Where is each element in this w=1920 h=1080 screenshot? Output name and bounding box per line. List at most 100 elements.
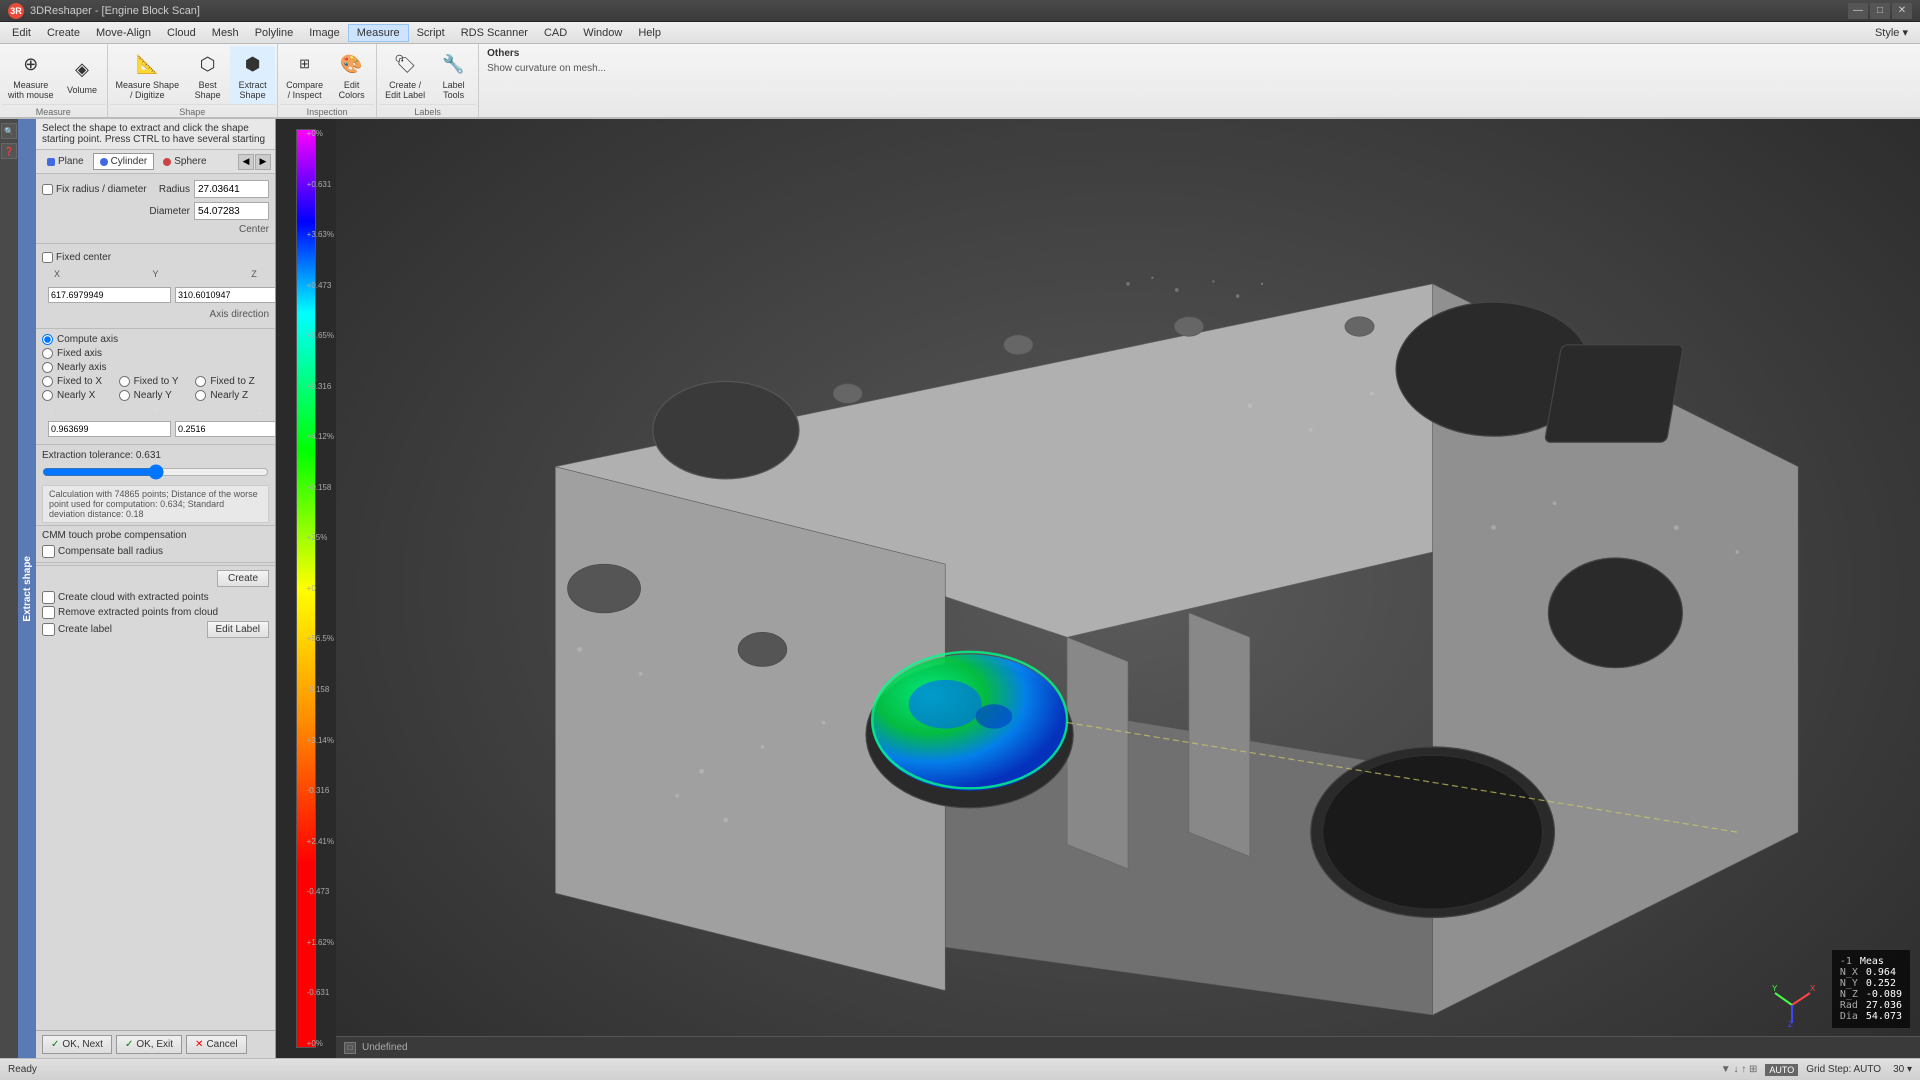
plane-tab-icon <box>47 158 55 166</box>
fixed-to-x-radio[interactable] <box>42 376 53 387</box>
tab-navigation: ◀ ▶ <box>238 154 271 170</box>
undefined-checkbox[interactable]: □ <box>344 1042 356 1054</box>
measure-shape-button[interactable]: 📐 Measure Shape/ Digitize <box>110 46 186 104</box>
radius-input[interactable]: 27.03641 <box>194 180 269 198</box>
scale-label-8: +25% <box>307 533 334 542</box>
scale-label-12: +3.14% <box>307 736 334 745</box>
window-controls: — □ ✕ <box>1848 3 1912 19</box>
auto-mode: AUTO <box>1765 1064 1798 1076</box>
info-val-0: Meas <box>1860 956 1884 967</box>
best-shape-button[interactable]: ⬡ BestShape <box>185 46 230 104</box>
diameter-input[interactable] <box>194 202 269 220</box>
nearly-x-radio[interactable] <box>42 390 53 401</box>
sphere-tab[interactable]: Sphere <box>156 153 213 170</box>
radius-form: Fix radius / diameter Radius 27.03641 Di… <box>36 174 275 241</box>
3d-viewport[interactable]: -1 Meas N_X 0.964 N_Y 0.252 N_Z -0.089 R… <box>336 119 1920 1058</box>
create-label-checkbox[interactable] <box>42 623 55 636</box>
remove-extracted-checkbox[interactable] <box>42 606 55 619</box>
cylinder-tab[interactable]: Cylinder <box>93 153 155 170</box>
volume-button[interactable]: ◈ Volume <box>60 46 105 104</box>
grid-step: Grid Step: AUTO <box>1806 1064 1881 1075</box>
cancel-button[interactable]: ✕ Cancel <box>186 1035 247 1054</box>
edit-label-button[interactable]: Edit Label <box>207 621 269 638</box>
axis-x-input[interactable] <box>48 421 171 437</box>
plane-tab[interactable]: Plane <box>40 153 91 170</box>
style-button[interactable]: Style ▾ <box>1867 24 1916 41</box>
menu-polyline[interactable]: Polyline <box>247 25 302 41</box>
label-tools-button[interactable]: 🔧 LabelTools <box>431 46 476 104</box>
xyz-labels-row: X Y Z <box>42 267 269 281</box>
close-button[interactable]: ✕ <box>1892 3 1912 19</box>
fix-radius-label: Fix radius / diameter <box>42 184 147 195</box>
toolbar-group-shape: 📐 Measure Shape/ Digitize ⬡ BestShape ⬢ … <box>108 44 279 117</box>
menu-rds-scanner[interactable]: RDS Scanner <box>453 25 536 41</box>
fixed-to-z-radio[interactable] <box>195 376 206 387</box>
info-row-0: -1 Meas <box>1840 956 1902 967</box>
status-bar-right: ▼ ↓ ↑ ⊞ AUTO Grid Step: AUTO 30 ▾ <box>1721 1064 1912 1076</box>
fixed-center-checkbox[interactable] <box>42 252 53 263</box>
menu-mesh[interactable]: Mesh <box>204 25 247 41</box>
maximize-button[interactable]: □ <box>1870 3 1890 19</box>
extract-shape-panel-tab[interactable]: Extract shape <box>18 119 36 1058</box>
compensate-ball-row: Compensate ball radius <box>36 543 275 560</box>
ok-next-button[interactable]: ✓ OK, Next <box>42 1035 112 1054</box>
info-val-nz: -0.089 <box>1866 989 1902 1000</box>
menu-cloud[interactable]: Cloud <box>159 25 204 41</box>
edit-colors-button[interactable]: 🎨 EditColors <box>329 46 374 104</box>
scale-label-1: +0.631 <box>307 180 334 189</box>
tab-prev-button[interactable]: ◀ <box>238 154 254 170</box>
side-icon-1[interactable]: 🔍 <box>1 123 17 139</box>
axis-y-header: Y <box>62 406 249 416</box>
tolerance-slider[interactable] <box>42 464 269 480</box>
fixed-axis-radio[interactable] <box>42 348 53 359</box>
compare-inspect-button[interactable]: ⊞ Compare/ Inspect <box>280 46 329 104</box>
create-cloud-checkbox[interactable] <box>42 591 55 604</box>
axis-z-header: Z <box>251 406 269 416</box>
measure-group-label: Measure <box>2 104 105 119</box>
scale-label-0: +0% <box>307 129 334 138</box>
extract-shape-button[interactable]: ⬢ ExtractShape <box>230 46 275 104</box>
menu-edit[interactable]: Edit <box>4 25 39 41</box>
fix-radius-checkbox[interactable] <box>42 184 53 195</box>
menu-window[interactable]: Window <box>575 25 630 41</box>
svg-text:Z: Z <box>1788 1020 1793 1028</box>
create-edit-label-button[interactable]: 🏷 Create /Edit Label <box>379 46 431 104</box>
calculation-info: Calculation with 74865 points; Distance … <box>42 485 269 523</box>
scale-label-9: +0 <box>307 584 334 593</box>
create-label-row: Create label Edit Label <box>42 621 269 638</box>
scale-label-3: +0.473 <box>307 281 334 290</box>
menu-measure[interactable]: Measure <box>348 24 409 42</box>
extraction-tolerance-bar: Extraction tolerance: 0.631 <box>36 447 275 464</box>
scale-label-16: +1.62% <box>307 938 334 947</box>
radius-field-label: Radius <box>159 184 190 195</box>
sphere-tab-icon <box>163 158 171 166</box>
window-title: 3DReshaper - [Engine Block Scan] <box>30 5 1848 17</box>
minimize-button[interactable]: — <box>1848 3 1868 19</box>
menu-create[interactable]: Create <box>39 25 88 41</box>
compute-axis-radio[interactable] <box>42 334 53 345</box>
nearly-z-radio[interactable] <box>195 390 206 401</box>
menu-image[interactable]: Image <box>301 25 348 41</box>
menu-move-align[interactable]: Move-Align <box>88 25 159 41</box>
menu-cad[interactable]: CAD <box>536 25 575 41</box>
info-label-nx: N_X <box>1840 967 1858 978</box>
create-button[interactable]: Create <box>217 570 269 587</box>
info-val-rad: 27.036 <box>1866 1000 1902 1011</box>
axis-y-input[interactable] <box>175 421 275 437</box>
nearly-y-radio[interactable] <box>119 390 130 401</box>
menu-script[interactable]: Script <box>409 25 453 41</box>
status-icons: ▼ ↓ ↑ ⊞ <box>1721 1064 1758 1075</box>
side-icon-2[interactable]: ❓ <box>1 143 17 159</box>
svg-text:X: X <box>1810 984 1815 993</box>
measure-mouse-button[interactable]: ⊕ Measurewith mouse <box>2 46 60 104</box>
nearly-axis-radio[interactable] <box>42 362 53 373</box>
menu-help[interactable]: Help <box>630 25 669 41</box>
compensate-ball-checkbox[interactable] <box>42 545 55 558</box>
ok-exit-button[interactable]: ✓ OK, Exit <box>116 1035 182 1054</box>
y-input[interactable] <box>175 287 275 303</box>
nearly-axis-row: Nearly axis <box>42 362 269 373</box>
status-bar: Ready ▼ ↓ ↑ ⊞ AUTO Grid Step: AUTO 30 ▾ <box>0 1058 1920 1080</box>
fixed-to-y-radio[interactable] <box>119 376 130 387</box>
x-input[interactable] <box>48 287 171 303</box>
tab-next-button[interactable]: ▶ <box>255 154 271 170</box>
